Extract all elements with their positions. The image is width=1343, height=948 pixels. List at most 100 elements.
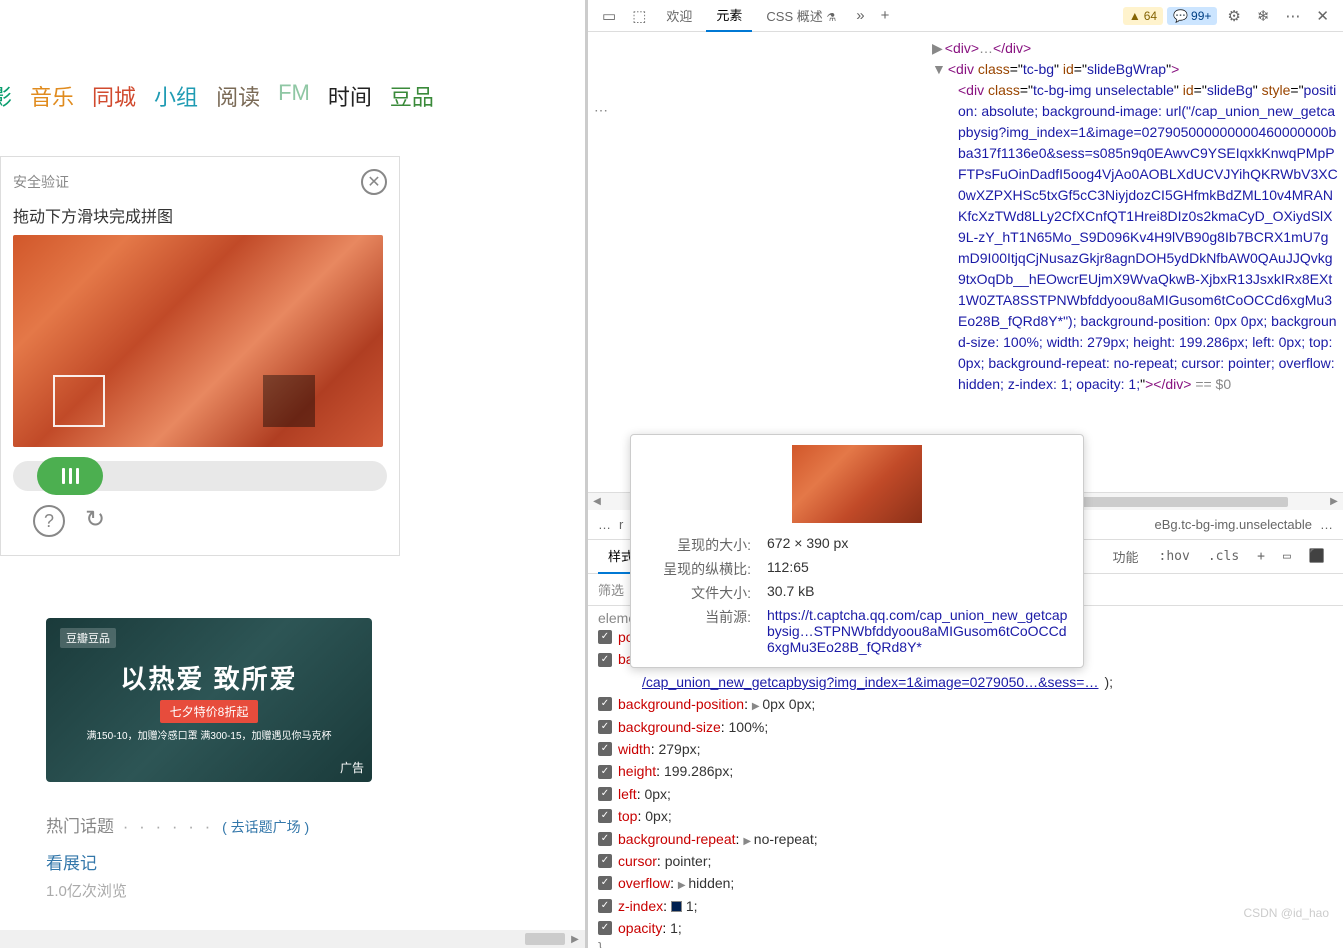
css-property[interactable]: ✓background-size: 100%;: [598, 716, 1333, 738]
close-icon[interactable]: ✕: [361, 169, 387, 195]
nav-item[interactable]: 小组: [154, 80, 198, 112]
help-icon[interactable]: ?: [33, 505, 65, 537]
scroll-right-icon[interactable]: ▶: [1325, 496, 1343, 507]
scrollbar-thumb[interactable]: [525, 933, 565, 945]
selected-dom-node[interactable]: <div class="tc-bg-img unselectable" id="…: [632, 80, 1339, 395]
new-rule-icon[interactable]: +: [1249, 545, 1273, 568]
issues-badge[interactable]: 💬 99+: [1167, 7, 1217, 25]
dots-separator: · · · · · ·: [123, 817, 214, 836]
hot-topic-heading: 热门话题: [46, 817, 114, 836]
nav-item[interactable]: 同城: [92, 80, 136, 112]
topic-square-link[interactable]: ( 去话题广场 ): [222, 819, 309, 835]
scroll-left-icon[interactable]: ◀: [588, 496, 606, 507]
nav-item[interactable]: 音乐: [30, 80, 74, 112]
slider-track[interactable]: [13, 461, 387, 491]
activity-icon[interactable]: ❄: [1251, 3, 1276, 29]
nav-item[interactable]: 阅读: [216, 80, 260, 112]
tab-functions[interactable]: 功能: [1103, 540, 1149, 573]
more-tabs-icon[interactable]: »: [850, 3, 870, 28]
checkbox-icon[interactable]: ✓: [598, 720, 612, 734]
expand-arrow-icon[interactable]: ▶: [752, 701, 762, 712]
css-property[interactable]: ✓background-repeat: ▶ no-repeat;: [598, 828, 1333, 850]
tab-elements[interactable]: 元素: [706, 0, 752, 32]
breadcrumb-selector[interactable]: eBg.tc-bg-img.unselectable: [1154, 517, 1312, 532]
css-url-link[interactable]: /cap_union_new_getcapbysig?img_index=1&i…: [642, 671, 1098, 693]
page-content: 影音乐同城小组阅读 FM 时间豆品 安全验证 ✕ 拖动下方滑块完成拼图 ? ↻ 豆瓣…: [0, 0, 585, 948]
color-swatch-icon[interactable]: [671, 901, 682, 912]
css-property[interactable]: ✓left: 0px;: [598, 783, 1333, 805]
ad-label: 广告: [340, 759, 364, 776]
tab-welcome[interactable]: 欢迎: [656, 0, 702, 31]
checkbox-icon[interactable]: ✓: [598, 832, 612, 846]
captcha-instruction: 拖动下方滑块完成拼图: [13, 203, 387, 227]
ad-detail: 满150-10，加赠冷感口罩 满300-15，加赠遇见你马克杯: [86, 727, 331, 742]
css-property[interactable]: ✓top: 0px;: [598, 805, 1333, 827]
css-property[interactable]: ✓width: 279px;: [598, 738, 1333, 760]
expand-arrow-icon[interactable]: ▶: [743, 836, 753, 847]
close-devtools-icon[interactable]: ✕: [1310, 3, 1335, 29]
checkbox-icon[interactable]: ✓: [598, 742, 612, 756]
devtools-toolbar: ▭ ⬚ 欢迎 元素 CSS 概述 ⚗ » + ▲ 64 💬 99+ ⚙ ❄ ⋯ …: [588, 0, 1343, 32]
scroll-right-icon[interactable]: ▶: [567, 930, 583, 948]
collapse-icon[interactable]: ▼: [932, 61, 946, 77]
image-preview-tooltip: 呈现的大小:672 × 390 px呈现的纵横比:112:65文件大小:30.7…: [630, 434, 1084, 668]
checkbox-icon[interactable]: ✓: [598, 921, 612, 935]
settings-icon[interactable]: ⚙: [1221, 3, 1246, 29]
device-icon[interactable]: ⬚: [626, 3, 652, 29]
menu-icon[interactable]: ⋯: [1279, 3, 1306, 29]
captcha-image: [13, 235, 383, 447]
checkbox-icon[interactable]: ✓: [598, 697, 612, 711]
css-property[interactable]: ✓opacity: 1;: [598, 917, 1333, 939]
nav-item[interactable]: 影: [0, 80, 12, 112]
tooltip-row: 当前源:https://t.captcha.qq.com/cap_union_n…: [641, 605, 1073, 657]
ad-subtitle: 七夕特价8折起: [160, 700, 259, 723]
site-nav: 影音乐同城小组阅读 FM 时间豆品: [0, 0, 585, 112]
nav-item[interactable]: 时间: [328, 80, 372, 112]
tooltip-row: 呈现的纵横比:112:65: [641, 557, 1073, 581]
css-property[interactable]: ✓background-position: ▶ 0px 0px;: [598, 693, 1333, 715]
tab-css-overview[interactable]: CSS 概述 ⚗: [756, 0, 846, 31]
dom-gutter: ⋯: [588, 32, 628, 492]
ad-title: 以热爱 致所爱: [120, 659, 297, 696]
checkbox-icon[interactable]: ✓: [598, 899, 612, 913]
puzzle-piece-icon[interactable]: [263, 375, 315, 427]
breadcrumb-ellipsis[interactable]: …: [598, 517, 611, 532]
checkbox-icon[interactable]: ✓: [598, 876, 612, 890]
warnings-badge[interactable]: ▲ 64: [1123, 7, 1163, 25]
css-property[interactable]: ✓overflow: ▶ hidden;: [598, 872, 1333, 894]
horizontal-scrollbar[interactable]: ▶: [0, 930, 585, 948]
css-property[interactable]: ✓height: 199.286px;: [598, 760, 1333, 782]
cls-toggle[interactable]: .cls: [1200, 545, 1247, 568]
computed-icon[interactable]: ▭: [1275, 545, 1299, 568]
checkbox-icon[interactable]: ✓: [598, 787, 612, 801]
breadcrumb-more-icon[interactable]: …: [1320, 517, 1333, 532]
advertisement[interactable]: 豆瓣豆品 以热爱 致所爱 七夕特价8折起 满150-10，加赠冷感口罩 满300…: [46, 618, 372, 901]
hov-toggle[interactable]: :hov: [1151, 545, 1198, 568]
sidebar-toggle-icon[interactable]: ⬛: [1301, 545, 1333, 568]
expand-icon[interactable]: ▶: [932, 40, 943, 56]
tooltip-row: 文件大小:30.7 kB: [641, 581, 1073, 605]
checkbox-icon[interactable]: ✓: [598, 653, 612, 667]
topic-views: 1.0亿次浏览: [46, 880, 372, 901]
elements-dom-tree[interactable]: ⋯ ▶<div>…</div> ▼<div class="tc-bg" id="…: [588, 32, 1343, 492]
add-tab-icon[interactable]: +: [875, 3, 896, 28]
preview-thumbnail: [792, 445, 922, 523]
expand-arrow-icon[interactable]: ▶: [678, 880, 688, 891]
refresh-icon[interactable]: ↻: [85, 505, 105, 537]
inspect-icon[interactable]: ▭: [596, 3, 622, 29]
checkbox-icon[interactable]: ✓: [598, 765, 612, 779]
checkbox-icon[interactable]: ✓: [598, 854, 612, 868]
css-property[interactable]: ✓cursor: pointer;: [598, 850, 1333, 872]
css-property[interactable]: ✓z-index: 1;: [598, 895, 1333, 917]
beaker-icon: ⚗: [826, 12, 836, 24]
source-url-link[interactable]: https://t.captcha.qq.com/cap_union_new_g…: [751, 607, 1073, 655]
nav-item[interactable]: FM: [278, 80, 310, 112]
checkbox-icon[interactable]: ✓: [598, 809, 612, 823]
captcha-title: 安全验证: [13, 172, 69, 192]
nav-item[interactable]: 豆品: [390, 80, 434, 112]
slider-handle[interactable]: [37, 457, 103, 495]
breadcrumb-item[interactable]: r: [619, 517, 623, 532]
checkbox-icon[interactable]: ✓: [598, 630, 612, 644]
topic-link[interactable]: 看展记: [46, 849, 372, 874]
css-close-brace: }: [598, 939, 1333, 948]
